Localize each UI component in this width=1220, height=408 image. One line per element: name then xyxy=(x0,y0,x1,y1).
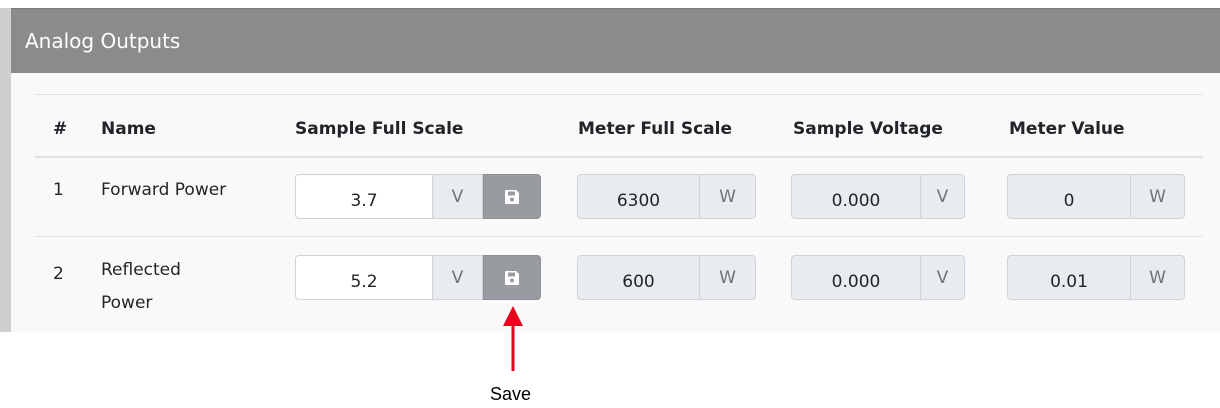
save-annotation-label: Save xyxy=(490,384,532,404)
annotation-arrow xyxy=(503,306,523,371)
